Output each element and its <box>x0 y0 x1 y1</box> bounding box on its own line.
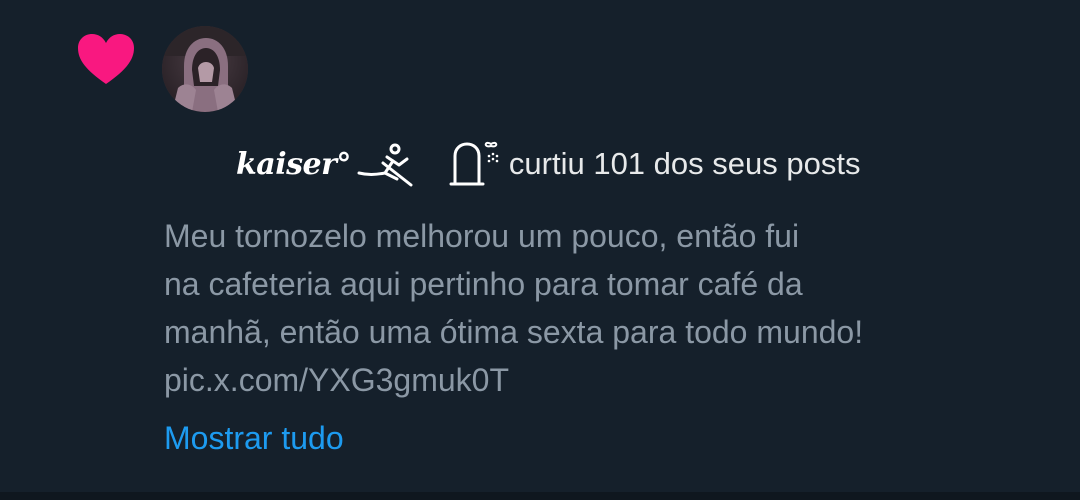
skier-icon <box>357 143 413 187</box>
post-text-line: na cafeteria aqui pertinho para tomar ca… <box>164 266 803 302</box>
notification-item[interactable]: kaiser° curtiu 101 dos seus posts Meu to… <box>0 0 1080 492</box>
avatar[interactable] <box>162 26 248 112</box>
notification-headline: kaiser° curtiu 101 dos seus posts <box>236 136 860 192</box>
tombstone-bow-icon <box>449 141 499 186</box>
post-media-link[interactable]: pic.x.com/YXG3gmuk0T <box>164 356 1044 404</box>
user-display-name[interactable]: kaiser° <box>236 147 351 182</box>
heart-icon <box>78 34 134 84</box>
post-text-line: manhã, então uma ótima sexta para todo m… <box>164 314 864 350</box>
post-text-line: Meu tornozelo melhorou um pouco, então f… <box>164 218 800 254</box>
notification-action-text: curtiu 101 dos seus posts <box>508 146 861 181</box>
show-more-link[interactable]: Mostrar tudo <box>164 414 344 462</box>
post-preview-text: Meu tornozelo melhorou um pouco, então f… <box>164 212 1044 404</box>
avatar-image <box>162 26 248 112</box>
divider <box>0 492 1080 500</box>
